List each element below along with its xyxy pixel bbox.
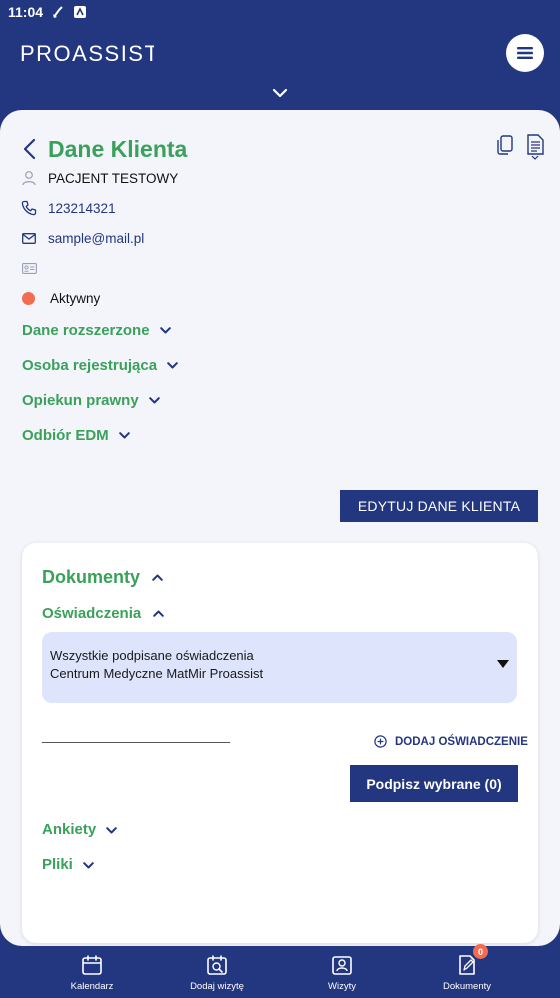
- section-label: Osoba rejestrująca: [22, 356, 158, 374]
- chevron-down-icon: [159, 325, 172, 335]
- section-extended-data[interactable]: Dane rozszerzone: [22, 319, 172, 341]
- section-edm-receipt[interactable]: Odbiór EDM: [22, 424, 131, 446]
- add-declaration-button[interactable]: DODAJ OŚWIADCZENIE: [374, 735, 528, 748]
- chevron-down-icon: [167, 360, 179, 370]
- chevron-down-icon: [106, 821, 117, 838]
- client-email[interactable]: sample@mail.pl: [48, 231, 144, 246]
- mail-icon: [20, 229, 38, 247]
- documents-toggle[interactable]: Dokumenty: [42, 567, 164, 588]
- page-title: Dane Klienta: [48, 135, 188, 162]
- proassist-logo: PROASSIST: [20, 42, 154, 64]
- plus-circle-icon: [374, 735, 387, 748]
- declaration-search-field[interactable]: [42, 742, 230, 743]
- status-bar: 11:04: [0, 0, 560, 24]
- chevron-down-icon: [83, 856, 94, 873]
- files-title: Pliki: [42, 856, 73, 873]
- person-icon: [20, 169, 38, 187]
- page-header: Dane Klienta: [22, 136, 187, 162]
- back-button[interactable]: [22, 137, 38, 161]
- files-toggle[interactable]: Pliki: [42, 856, 94, 873]
- nav-documents[interactable]: 0 Dokumenty: [417, 944, 517, 998]
- dropdown-caret-icon: [497, 660, 509, 668]
- documents-menu-button[interactable]: [524, 134, 546, 160]
- documents-title: Dokumenty: [42, 567, 141, 587]
- svg-text:PROASSIST: PROASSIST: [20, 42, 154, 64]
- nav-label: Dodaj wizytę: [190, 981, 244, 992]
- brand-logo: PROASSIST: [20, 40, 154, 66]
- header-actions: [494, 134, 546, 160]
- client-details-panel: Dane Klienta PACJENT TESTOWY 123214321 s…: [0, 110, 560, 946]
- hamburger-icon: [517, 47, 533, 59]
- chevron-up-icon: [153, 609, 165, 619]
- client-name-row: PACJENT TESTOWY: [20, 168, 178, 188]
- document-list-icon: [527, 134, 544, 160]
- select-value-line2: Centrum Medyczne MatMir Proassist: [50, 666, 264, 681]
- bottom-navigation: Kalendarz Dodaj wizytę Wizyty 0 Dokument…: [0, 944, 560, 998]
- section-legal-guardian[interactable]: Opiekun prawny: [22, 389, 161, 411]
- phone-icon: [20, 199, 38, 217]
- select-value-line1: Wszystkie podpisane oświadczenia: [50, 648, 254, 663]
- notification-icon: [73, 5, 87, 19]
- menu-button[interactable]: [506, 34, 544, 72]
- calendar-icon: [80, 953, 104, 977]
- chevron-left-icon: [23, 138, 36, 160]
- edit-client-button[interactable]: EDYTUJ DANE KLIENTA: [340, 490, 538, 522]
- client-id-row: [20, 258, 48, 278]
- section-registering-person[interactable]: Osoba rejestrująca: [22, 354, 179, 376]
- nav-visits[interactable]: Wizyty: [292, 946, 392, 998]
- sign-selected-button[interactable]: Podpisz wybrane (0): [350, 765, 518, 802]
- surveys-toggle[interactable]: Ankiety: [42, 821, 117, 838]
- status-indicator: [22, 291, 35, 305]
- nav-label: Wizyty: [328, 981, 356, 992]
- nav-label: Dokumenty: [442, 981, 492, 992]
- client-email-row: sample@mail.pl: [20, 228, 144, 248]
- visits-icon: [330, 953, 354, 977]
- cleaning-icon: [51, 5, 65, 19]
- collapse-header-button[interactable]: [270, 84, 290, 102]
- section-label: Opiekun prawny: [22, 391, 139, 409]
- client-name: PACJENT TESTOWY: [48, 170, 179, 186]
- declarations-title: Oświadczenia: [42, 605, 142, 622]
- section-label: Dane rozszerzone: [22, 321, 150, 339]
- chevron-up-icon: [152, 573, 164, 583]
- client-phone-row: 123214321: [20, 198, 116, 218]
- nav-label: Kalendarz: [70, 981, 114, 992]
- surveys-title: Ankiety: [42, 821, 97, 838]
- nav-calendar[interactable]: Kalendarz: [42, 946, 142, 998]
- declarations-filter-select[interactable]: Wszystkie podpisane oświadczenia Centrum…: [42, 632, 517, 703]
- status-time: 11:04: [8, 4, 44, 20]
- section-label: Odbiór EDM: [22, 426, 109, 444]
- nav-add-visit[interactable]: Dodaj wizytę: [167, 946, 267, 998]
- copy-button[interactable]: [494, 134, 516, 160]
- documents-card: Dokumenty Oświadczenia Wszystkie podpisa…: [22, 543, 538, 943]
- id-card-icon: [20, 259, 38, 277]
- copy-icon: [497, 135, 513, 155]
- client-phone[interactable]: 123214321: [48, 201, 116, 216]
- client-status: Aktywny: [50, 290, 101, 306]
- add-declaration-label: DODAJ OŚWIADCZENIE: [395, 735, 528, 748]
- calendar-search-icon: [205, 953, 229, 977]
- chevron-down-icon: [118, 430, 131, 440]
- declarations-toggle[interactable]: Oświadczenia: [42, 605, 165, 622]
- documents-badge: 0: [473, 944, 488, 959]
- chevron-down-icon: [148, 395, 161, 405]
- client-status-row: Aktywny: [20, 288, 100, 308]
- chevron-down-icon: [272, 88, 288, 98]
- document-edit-icon: 0: [455, 944, 488, 977]
